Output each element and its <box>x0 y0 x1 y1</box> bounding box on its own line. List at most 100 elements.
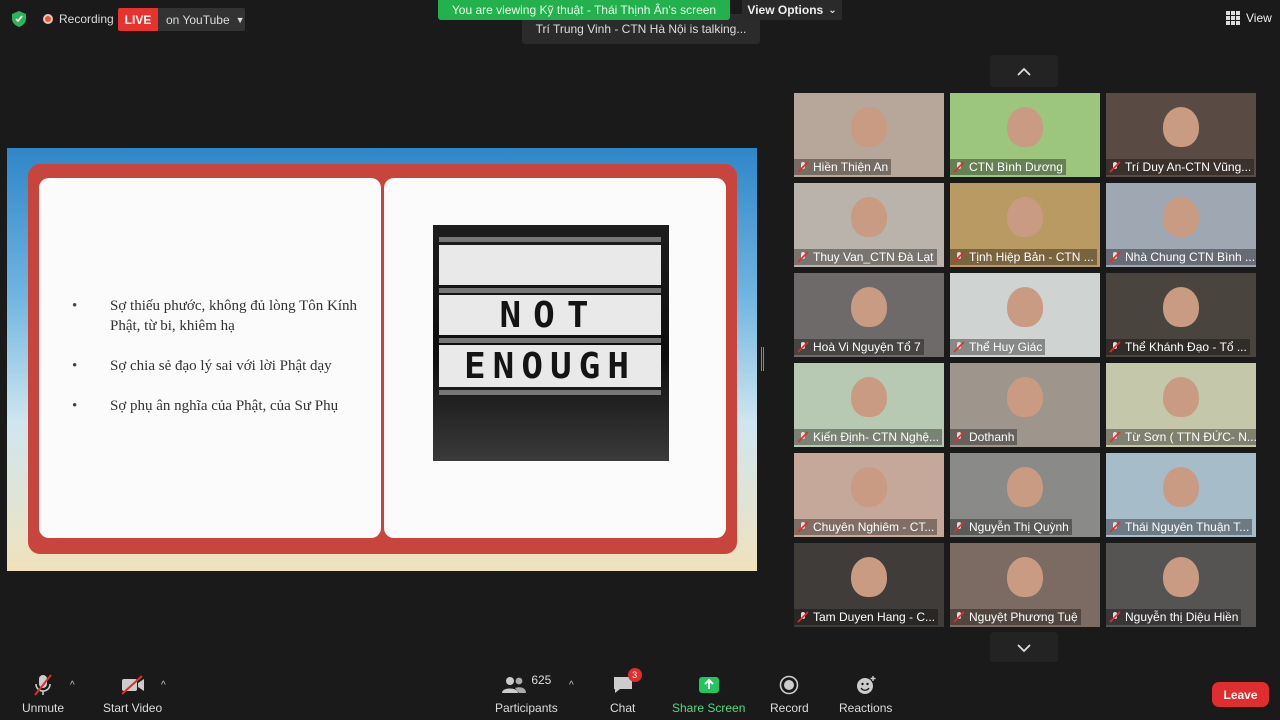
participant-name-tag: Nhà Chung CTN Bình ... <box>1106 249 1256 265</box>
participant-name-tag: Kiến Định- CTN Nghệ... <box>794 429 943 445</box>
video-options-caret-icon[interactable]: ^ <box>161 680 166 691</box>
participant-tile[interactable]: Thuy Van_CTN Đà Lạt <box>794 183 944 267</box>
muted-mic-icon <box>953 611 965 623</box>
view-button[interactable]: View <box>1226 11 1272 25</box>
participant-tile[interactable]: Chuyên Nghiêm - CT... <box>794 453 944 537</box>
participant-count: 625 <box>531 673 552 687</box>
participant-tile[interactable]: Trí Duy An-CTN Vũng... <box>1106 93 1256 177</box>
muted-mic-icon <box>1109 611 1121 623</box>
participant-name-tag: Tịnh Hiệp Bản - CTN ... <box>950 249 1097 265</box>
participant-tile[interactable]: Hoà Vi Nguyện Tổ 7 <box>794 273 944 357</box>
reactions-button[interactable]: Reactions <box>839 672 892 715</box>
lightbox-rail <box>439 390 661 395</box>
muted-mic-icon <box>797 521 809 533</box>
participant-name-tag: Thái Nguyên Thuận T... <box>1106 519 1253 535</box>
lightbox-rail <box>439 338 661 343</box>
participant-name-tag: Tam Duyen Hang - C... <box>794 609 939 625</box>
security-shield-icon[interactable] <box>12 11 26 27</box>
live-badge[interactable]: LIVE <box>118 8 158 31</box>
participant-video <box>1163 467 1199 507</box>
participant-tile[interactable]: Tam Duyen Hang - C... <box>794 543 944 627</box>
start-video-button[interactable]: Start Video <box>103 672 162 715</box>
chevron-down-icon: ⌄ <box>828 4 837 16</box>
participant-tile[interactable]: Từ Sơn ( TTN ĐỨC- N... <box>1106 363 1256 447</box>
participant-tile[interactable]: Nguyệt Phương Tuệ <box>950 543 1100 627</box>
unmute-button[interactable]: Unmute <box>22 672 64 715</box>
viewing-banner: You are viewing Kỹ thuật - Thái Thịnh Ân… <box>438 0 730 20</box>
recording-dot-icon <box>43 14 53 24</box>
participant-tile[interactable]: Thái Nguyên Thuận T... <box>1106 453 1256 537</box>
caret-down-icon: ▼ <box>235 14 245 25</box>
slide-book-frame: Sợ thiếu phước, không đủ lòng Tôn Kính P… <box>28 164 737 554</box>
participant-video <box>1007 287 1043 327</box>
participants-label: Participants <box>495 701 558 715</box>
participant-tile[interactable]: Tịnh Hiệp Bản - CTN ... <box>950 183 1100 267</box>
muted-mic-icon <box>34 674 52 696</box>
participant-tile[interactable]: Nhà Chung CTN Bình ... <box>1106 183 1256 267</box>
participant-tile[interactable]: Nguyễn Thị Quỳnh <box>950 453 1100 537</box>
participant-name: Chuyên Nghiêm - CT... <box>813 520 935 534</box>
muted-mic-icon <box>797 341 809 353</box>
lightbox-image: NOT ENOUGH <box>433 225 669 461</box>
participant-name: Thái Nguyên Thuận T... <box>1125 520 1250 534</box>
participants-icon <box>502 677 527 693</box>
chevron-up-icon <box>1017 67 1031 76</box>
gallery-page-up-button[interactable] <box>990 55 1058 87</box>
chevron-down-icon <box>1017 643 1031 652</box>
participant-name-tag: Trí Duy An-CTN Vũng... <box>1106 159 1255 175</box>
participant-name: Dothanh <box>969 430 1015 444</box>
participant-tile[interactable]: Thể Khánh Đạo - Tổ ... <box>1106 273 1256 357</box>
stream-target-dropdown[interactable]: on YouTube ▼ <box>158 8 245 31</box>
participant-tile[interactable]: CTN Bình Dương <box>950 93 1100 177</box>
participant-name: Thể Huy Giác <box>969 340 1043 354</box>
participant-video <box>1163 377 1199 417</box>
participant-tile[interactable]: Kiến Định- CTN Nghệ... <box>794 363 944 447</box>
muted-mic-icon <box>797 161 809 173</box>
muted-mic-icon <box>1109 161 1121 173</box>
muted-mic-icon <box>953 251 965 263</box>
shared-screen: Sợ thiếu phước, không đủ lòng Tôn Kính P… <box>7 148 757 571</box>
muted-mic-icon <box>953 341 965 353</box>
view-options-button[interactable]: View Options ⌄ <box>742 0 842 20</box>
slide-bullet: Sợ phụ ân nghĩa của Phật, của Sư Phụ <box>72 396 369 416</box>
participant-name-tag: Thể Huy Giác <box>950 339 1046 355</box>
reactions-label: Reactions <box>839 701 893 715</box>
lightbox-rail <box>439 288 661 293</box>
smiley-plus-icon <box>856 676 876 694</box>
recording-indicator[interactable]: Recording <box>43 12 114 26</box>
audio-options-caret-icon[interactable]: ^ <box>70 680 75 691</box>
participant-name-tag: Nguyễn Thị Quỳnh <box>950 519 1072 535</box>
participant-tile[interactable]: Hiền Thiện An <box>794 93 944 177</box>
muted-mic-icon <box>1109 521 1121 533</box>
participant-name-tag: Từ Sơn ( TTN ĐỨC- N... <box>1106 429 1256 445</box>
participant-video <box>1007 107 1043 147</box>
participant-name: Hiền Thiện An <box>813 160 889 174</box>
participant-tile[interactable]: Nguyễn thị Diệu Hiền <box>1106 543 1256 627</box>
muted-mic-icon <box>1109 251 1121 263</box>
participants-button[interactable]: 625 Participants <box>495 672 558 715</box>
slide-bullet: Sợ chia sẻ đạo lý sai với lời Phật dạy <box>72 356 369 376</box>
chat-label: Chat <box>610 701 636 715</box>
chat-button[interactable]: 3 Chat <box>610 668 642 715</box>
share-screen-button[interactable]: Share Screen <box>672 672 745 715</box>
record-icon <box>780 675 799 695</box>
record-button[interactable]: Record <box>770 672 809 715</box>
participant-name-tag: Dothanh <box>950 429 1018 445</box>
share-screen-icon <box>698 677 719 693</box>
stream-target-label: on YouTube <box>166 12 230 27</box>
leave-button[interactable]: Leave <box>1212 682 1269 707</box>
meeting-toolbar: Unmute ^ Start Video ^ 625 Participants … <box>0 662 1280 720</box>
muted-mic-icon <box>953 431 965 443</box>
participant-tile[interactable]: Thể Huy Giác <box>950 273 1100 357</box>
participant-video <box>1163 557 1199 597</box>
participant-video <box>851 467 887 507</box>
gallery-page-down-button[interactable] <box>990 632 1058 664</box>
unmute-label: Unmute <box>22 701 65 715</box>
panel-splitter-handle[interactable] <box>761 347 764 371</box>
participant-tile[interactable]: Dothanh <box>950 363 1100 447</box>
participant-video <box>851 107 887 147</box>
participant-video <box>1007 197 1043 237</box>
participants-options-caret-icon[interactable]: ^ <box>569 680 574 691</box>
lightbox-blank-row <box>439 245 661 285</box>
participant-name-tag: Nguyễn thị Diệu Hiền <box>1106 609 1242 625</box>
